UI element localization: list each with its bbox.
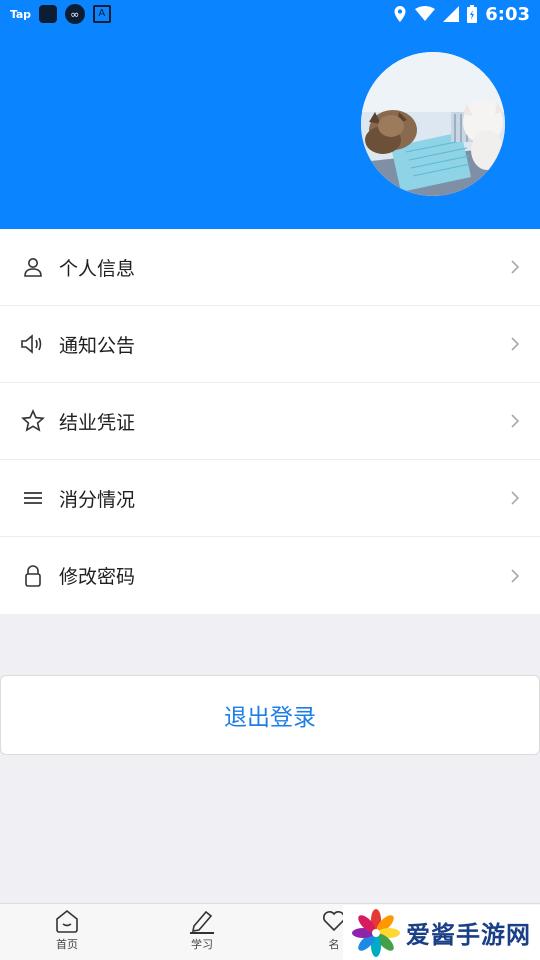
menu-item-personal-info[interactable]: 个人信息 <box>0 229 540 306</box>
letter-a-icon: A <box>92 5 111 23</box>
clock-time: 6:03 <box>485 3 530 25</box>
home-icon <box>56 909 78 933</box>
pencil-icon <box>190 910 214 934</box>
menu-item-label: 修改密码 <box>59 566 136 588</box>
list-icon <box>20 485 46 511</box>
logout-label: 退出登录 <box>224 705 316 731</box>
speaker-icon <box>20 331 46 357</box>
status-left: Tap ∞ A <box>10 4 111 24</box>
menu-item-label: 个人信息 <box>59 257 136 280</box>
infinity-icon: ∞ <box>64 4 85 24</box>
tab-home[interactable]: 首页 <box>27 908 107 952</box>
wifi-icon <box>415 6 436 21</box>
person-icon <box>20 254 46 280</box>
signal-icon <box>443 6 460 22</box>
tab-study[interactable]: 学习 <box>162 908 242 952</box>
chevron-right-icon <box>511 414 520 428</box>
star-icon <box>20 408 46 434</box>
chevron-right-icon <box>511 491 520 505</box>
battery-icon <box>467 5 478 23</box>
menu-item-points[interactable]: 消分情况 <box>0 460 540 537</box>
tab-label: 首页 <box>56 938 78 951</box>
cat-photo-image <box>361 52 505 196</box>
watermark-text: 爱酱手游网 <box>406 921 531 949</box>
logout-button[interactable]: 退出登录 <box>0 675 540 755</box>
settings-menu: 个人信息 通知公告 结业凭证 消分情况 修改密码 <box>0 229 540 614</box>
menu-item-certificate[interactable]: 结业凭证 <box>0 383 540 460</box>
menu-item-label: 消分情况 <box>59 488 136 511</box>
tab-label: 学习 <box>191 938 213 951</box>
chevron-right-icon <box>511 260 520 274</box>
watermark-logo: 爱酱手游网 <box>343 905 540 960</box>
chevron-right-icon <box>511 568 520 583</box>
avatar[interactable] <box>361 52 505 196</box>
pinwheel-logo-icon <box>352 908 400 957</box>
menu-item-label: 通知公告 <box>59 334 136 357</box>
tab-label: 名 <box>328 938 340 951</box>
lock-icon <box>20 563 46 589</box>
menu-item-label: 结业凭证 <box>59 411 136 434</box>
chevron-right-icon <box>511 337 520 351</box>
menu-item-notices[interactable]: 通知公告 <box>0 306 540 383</box>
menu-item-change-password[interactable]: 修改密码 <box>0 537 540 614</box>
app-square-icon <box>38 5 57 23</box>
status-right: 6:03 <box>393 4 530 25</box>
location-icon <box>394 6 406 22</box>
status-bar: Tap ∞ A 6:03 <box>0 0 540 28</box>
tap-app-label: Tap <box>10 7 31 21</box>
